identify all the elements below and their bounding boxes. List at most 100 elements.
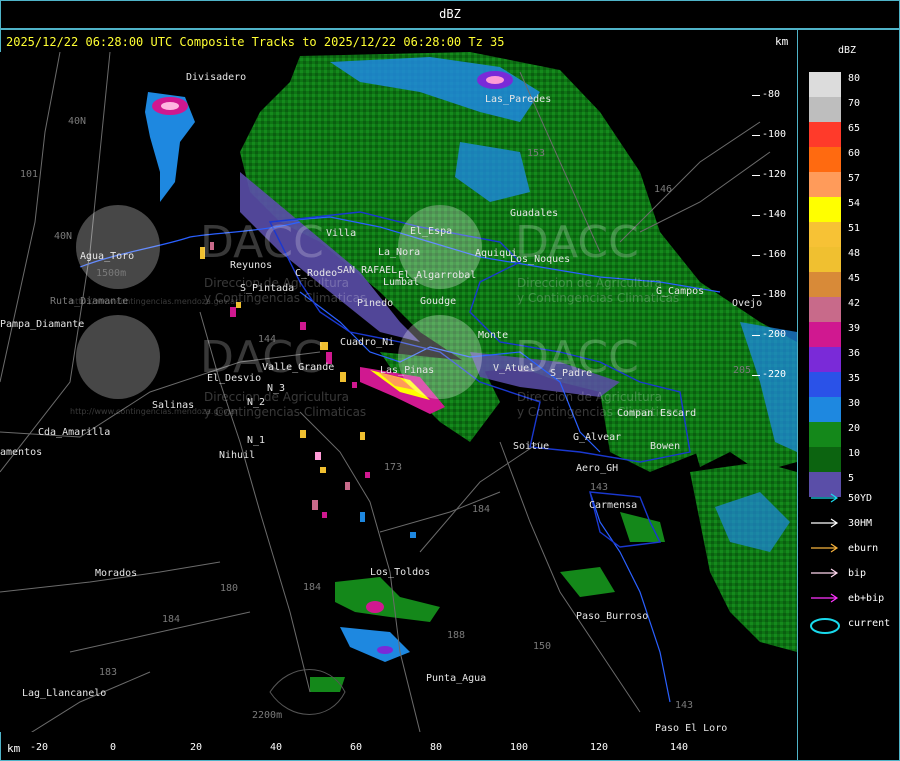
place-label: El_Espa [410,226,453,237]
track-arrow-icon [811,493,839,503]
road-label: 184 [303,582,322,593]
watermark-line1-3: Direccion de Agricultura [517,276,662,290]
y-tick-label: -140 [762,209,787,220]
legend-value: 70 [848,98,861,109]
y-tick-mark [752,175,760,176]
road-label: 205 [733,365,752,376]
place-label: Los_Toldos [370,567,431,578]
place-label: Carmensa [589,500,638,511]
legend-value: 35 [848,373,861,384]
legend-swatch [809,397,841,422]
place-label: Las_Pinas [380,365,435,376]
y-tick-label: -120 [762,169,787,180]
road-label: 180 [220,583,239,594]
place-label: Divisadero [186,72,247,83]
road-label: 153 [527,148,546,159]
road-label: 188 [447,630,466,641]
legend-value: 80 [848,73,861,84]
road-label: 150 [533,641,552,652]
x-tick-label: 120 [590,742,609,753]
y-tick-label: -180 [762,289,787,300]
legend-value: 65 [848,123,861,134]
legend-swatch [809,272,841,297]
legend-value: 60 [848,148,861,159]
legend-swatch [809,72,841,97]
place-label: S_Padre [550,368,593,379]
y-tick-label: -220 [762,369,787,380]
watermark-line2-3: y Contingencias Climaticas [517,291,680,305]
track-legend-label: current [848,618,891,629]
place-label: Reyunos [230,260,273,271]
track-arrow-icon [811,568,839,578]
legend-swatch [809,97,841,122]
road-label: 184 [162,614,181,625]
place-label: Lumbal [383,277,420,288]
radar-map[interactable]: DACC Direccion de Agricultura y Continge… [0,52,797,732]
legend-value: 54 [848,198,861,209]
x-tick-label: 100 [510,742,529,753]
place-label: G_Campos [656,286,705,297]
place-label: amentos [0,447,43,458]
echo-lower-right [690,462,797,652]
place-label: N_3 [267,383,286,394]
place-label: Salinas [152,400,195,411]
x-tick-label: 140 [670,742,689,753]
legend-swatch [809,447,841,472]
y-tick-mark [752,135,760,136]
y-tick-mark [752,335,760,336]
road-label: 144 [258,334,277,345]
legend-swatch [809,172,841,197]
window-title: dBZ [439,7,461,21]
legend-swatch [809,197,841,222]
y-tick-mark [752,215,760,216]
place-label: SAN RAFAEL [337,265,398,276]
place-label: Guadales [510,208,559,219]
place-label: Los_Noques [510,254,571,265]
watermark-line2-4: y Contingencias Climaticas [517,405,680,419]
legend-value: 45 [848,273,861,284]
x-tick-label: 0 [110,742,117,753]
place-label: El_Desvio [207,373,262,384]
watermark-line1-4: Direccion de Agricultura [517,390,662,404]
track-arrow-icon [811,543,839,553]
y-tick-label: -100 [762,129,787,140]
legend-value: 57 [848,173,861,184]
place-label: N_1 [247,435,266,446]
misc-label: Ruta_Diamante [50,296,129,307]
header-subtitle: 2025/12/22 06:28:00 UTC Composite Tracks… [6,35,505,49]
x-tick-label: 60 [350,742,363,753]
track-legend-label: eburn [848,543,879,554]
x-tick-label: 80 [430,742,443,753]
road-label: 146 [654,184,673,195]
current-ellipse-icon [810,618,840,634]
place-label: Cda_Amarilla [38,427,111,438]
y-tick-label: -80 [762,89,781,100]
place-label: Escard [660,408,697,419]
place-label: C_Rodeo [295,268,338,279]
legend-swatch [809,297,841,322]
track-arrow-icon [811,593,839,603]
legend-swatch [809,322,841,347]
legend-swatch [809,422,841,447]
place-label: Villa [326,228,357,239]
place-label: S_Pintada [240,283,295,294]
legend-swatch [809,147,841,172]
place-label: N_2 [247,397,266,408]
place-label: Pinedo [357,298,394,309]
legend-value: 20 [848,423,861,434]
place-label: Valle_Grande [262,362,335,373]
misc-label: 1500m [96,268,127,279]
legend-value: 30 [848,398,861,409]
y-tick-mark [752,95,760,96]
track-legend-label: 30HM [848,518,873,529]
legend-value: 5 [848,473,855,484]
place-label: Soitue [513,441,550,452]
place-label: Paso_Burroso [576,611,649,622]
legend-swatch [809,122,841,147]
x-tick-label: -20 [30,742,49,753]
legend-value: 36 [848,348,861,359]
echo-south-cell [335,577,440,622]
legend-swatch [809,347,841,372]
place-label: Las_Paredes [485,94,552,105]
place-label: Lag_Llancanelo [22,688,107,699]
